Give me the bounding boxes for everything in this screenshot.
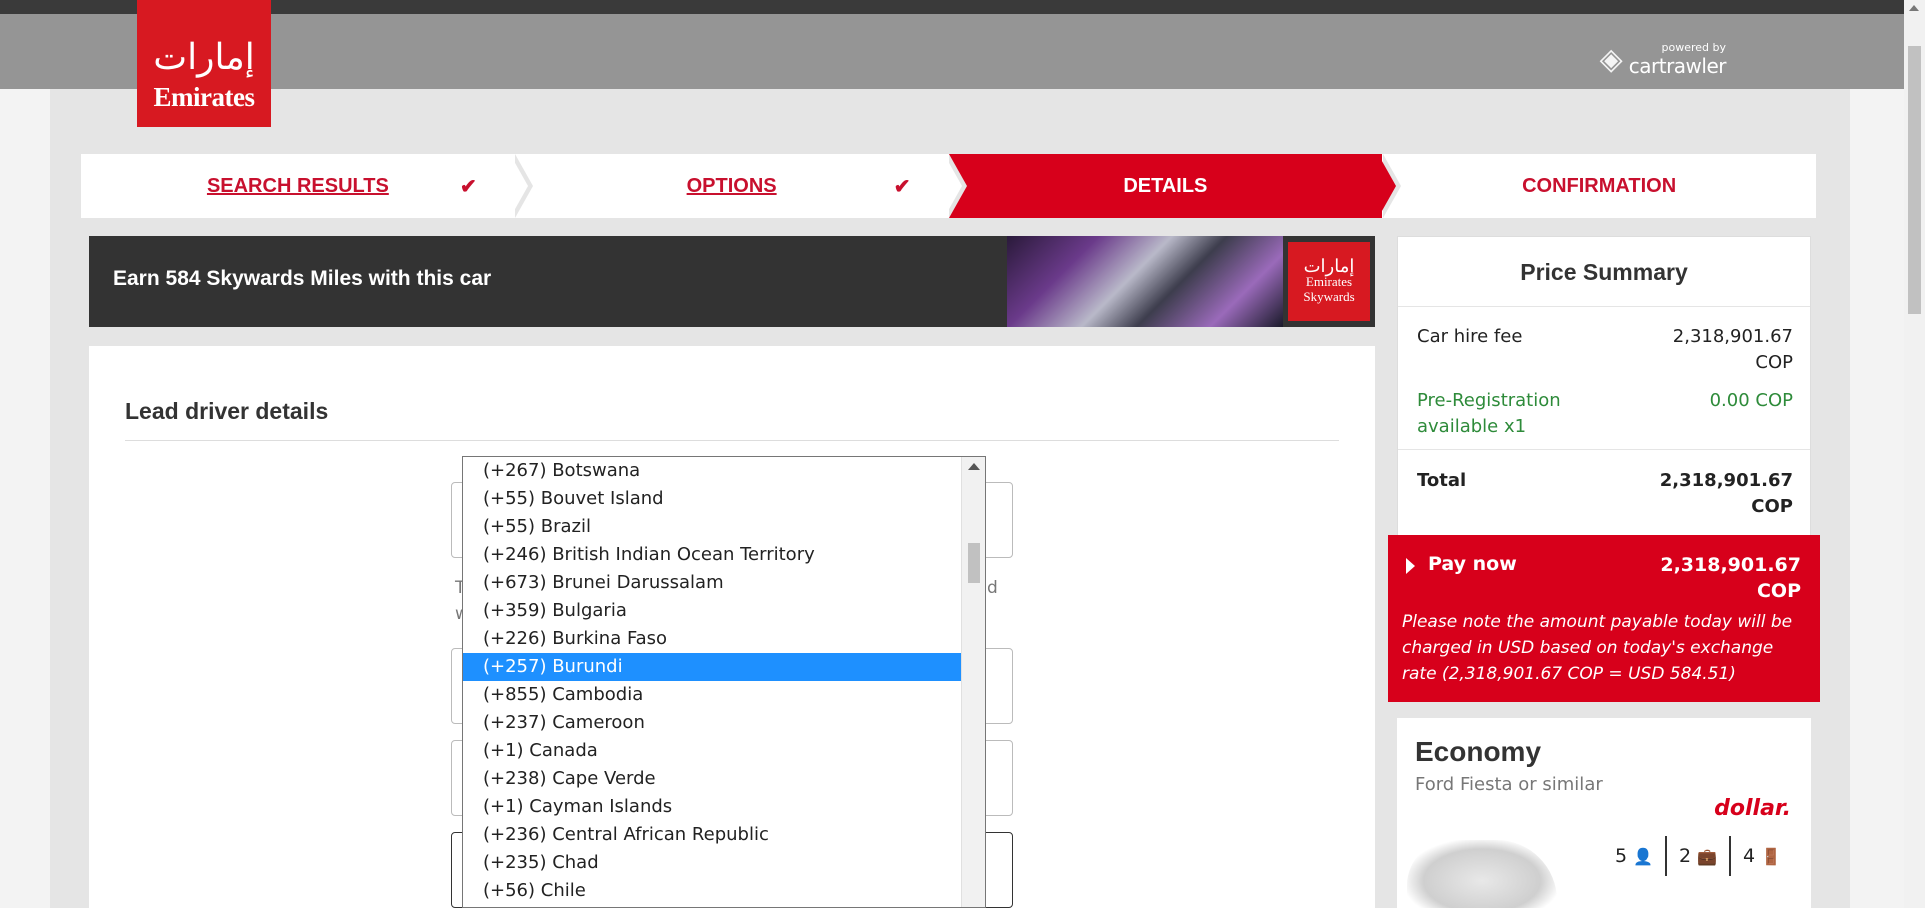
site-header: ◈ powered by cartrawler [0, 14, 1904, 89]
powered-by-cartrawler: ◈ powered by cartrawler [1599, 41, 1727, 78]
country-code-option[interactable]: (+359) Bulgaria [463, 597, 961, 625]
total-value: 2,318,901.67 COP [1659, 470, 1793, 517]
country-code-option[interactable]: (+226) Burkina Faso [463, 625, 961, 653]
car-door-icon: 🚪 [1761, 846, 1782, 866]
pay-now-panel[interactable]: Pay now 2,318,901.67 COP Please note the… [1388, 535, 1820, 702]
step-options-link[interactable]: OPTIONS [687, 175, 777, 198]
step-separator [944, 154, 962, 218]
car-hire-fee-value: 2,318,901.67 COP [1672, 326, 1793, 373]
expand-arrow-icon[interactable] [1406, 558, 1415, 574]
step-search-results[interactable]: SEARCH RESULTS ✔ [81, 154, 515, 218]
check-icon: ✔ [893, 176, 911, 198]
seats-count: 5 [1615, 845, 1628, 867]
price-summary-title: Price Summary [1398, 237, 1810, 307]
country-code-options: (+267) Botswana (+55) Bouvet Island (+55) … [463, 457, 985, 905]
country-code-option[interactable]: (+238) Cape Verde [463, 765, 961, 793]
skywards-badge-line1: Emirates [1305, 274, 1353, 289]
suitcase-icon: 💼 [1697, 846, 1718, 866]
step-separator [510, 154, 528, 218]
country-code-option[interactable]: (+267) Botswana [463, 457, 961, 485]
car-hire-fee-label: Car hire fee [1417, 326, 1523, 347]
country-code-dropdown[interactable]: (+267) Botswana (+55) Bouvet Island (+55) … [462, 456, 986, 908]
emirates-logo[interactable]: ﺇﻣﺎﺭاﺕ Emirates [137, 0, 271, 127]
exchange-rate-note: Please note the amount payable today wil… [1402, 612, 1793, 684]
step-details-label: DETAILS [1123, 174, 1208, 197]
country-code-option[interactable]: (+55) Bouvet Island [463, 485, 961, 513]
car-details-card: Economy Ford Fiesta or similar dollar. 5… [1397, 718, 1811, 908]
top-bar [0, 0, 1904, 14]
summary-divider [1398, 449, 1810, 450]
country-code-option[interactable]: (+55) Brazil [463, 513, 961, 541]
check-icon: ✔ [459, 176, 477, 198]
step-separator [1378, 154, 1396, 218]
country-code-option[interactable]: (+673) Brunei Darussalam [463, 569, 961, 597]
skywards-miles-text: Earn 584 Skywards Miles with this car [113, 267, 492, 290]
car-hire-fee-row: Car hire fee 2,318,901.67 COP [1417, 324, 1793, 376]
powered-by-label: powered by [1661, 41, 1727, 54]
lead-driver-heading: Lead driver details [125, 398, 329, 424]
field-hint-text: d [987, 578, 998, 598]
supplier-logo: dollar. [1714, 796, 1791, 821]
country-code-option[interactable]: (+246) British Indian Ocean Territory [463, 541, 961, 569]
pay-now-amount: 2,318,901.67 COP [1660, 554, 1801, 602]
page-scroll-up-icon[interactable] [1909, 5, 1919, 11]
car-image [1407, 840, 1557, 908]
doors-spec: 4 🚪 [1729, 836, 1793, 876]
cartrawler-wordmark: cartrawler [1628, 54, 1727, 78]
price-summary-panel: Price Summary Car hire fee 2,318,901.67 … [1397, 236, 1811, 536]
step-confirmation: CONFIRMATION [1382, 154, 1816, 218]
country-code-option[interactable]: (+237) Cameroon [463, 709, 961, 737]
skywards-glyph: ﺇﻣﺎﺭاﺕ [1303, 256, 1355, 276]
doors-count: 4 [1743, 845, 1756, 867]
promo-car-image [1007, 236, 1283, 327]
emirates-skywards-badge: ﺇﻣﺎﺭاﺕ Emirates Skywards [1288, 242, 1370, 321]
skywards-promo-banner: Earn 584 Skywards Miles with this car ﺇﻣ… [89, 236, 1375, 327]
skywards-badge-line2: Skywards [1303, 289, 1355, 304]
country-code-option[interactable]: (+1) Canada [463, 737, 961, 765]
dropdown-scroll-thumb[interactable] [968, 543, 980, 583]
total-row: Total 2,318,901.67 COP [1417, 468, 1793, 520]
pay-now-label[interactable]: Pay now [1428, 553, 1517, 575]
total-label: Total [1417, 470, 1467, 491]
car-class: Economy [1415, 736, 1542, 767]
pre-registration-value: 0.00 COP [1709, 390, 1793, 411]
car-specs: 5 👤 2 💼 4 🚪 [1603, 836, 1793, 876]
pre-registration-label: Pre-Registration available x1 [1417, 390, 1561, 437]
scroll-up-arrow-icon[interactable] [968, 463, 980, 470]
step-confirmation-label: CONFIRMATION [1522, 174, 1677, 197]
bags-count: 2 [1679, 845, 1692, 867]
pre-registration-row: Pre-Registration available x1 0.00 COP [1417, 388, 1793, 440]
bags-spec: 2 💼 [1665, 836, 1729, 876]
step-details: DETAILS [948, 154, 1383, 218]
emirates-wordmark: Emirates [153, 82, 255, 112]
country-code-option[interactable]: (+257) Burundi [463, 653, 961, 681]
step-search-results-link[interactable]: SEARCH RESULTS [207, 175, 389, 198]
heading-divider [125, 440, 1339, 441]
step-options[interactable]: OPTIONS ✔ [514, 154, 949, 218]
page-scroll-thumb[interactable] [1908, 46, 1921, 314]
country-code-option[interactable]: (+56) Chile [463, 877, 961, 905]
cartrawler-logo-icon: ◈ [1599, 42, 1623, 77]
country-code-option[interactable]: (+1) Cayman Islands [463, 793, 961, 821]
seats-spec: 5 👤 [1603, 836, 1665, 876]
emirates-arabic-glyph: ﺇﻣﺎﺭاﺕ [153, 37, 255, 78]
page-scrollbar[interactable] [1904, 0, 1925, 908]
car-model: Ford Fiesta or similar [1415, 774, 1603, 795]
country-code-option[interactable]: (+236) Central African Republic [463, 821, 961, 849]
country-code-option[interactable]: (+855) Cambodia [463, 681, 961, 709]
dropdown-scrollbar[interactable] [961, 457, 985, 907]
country-code-option[interactable]: (+235) Chad [463, 849, 961, 877]
person-icon: 👤 [1633, 846, 1654, 866]
